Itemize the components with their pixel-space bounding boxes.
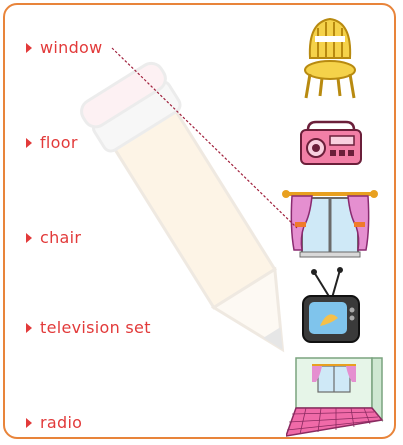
word-chair[interactable]: chair xyxy=(26,228,81,247)
word-radio[interactable]: radio xyxy=(26,413,82,432)
word-label: floor xyxy=(40,133,78,152)
triangle-bullet-icon xyxy=(26,232,32,243)
triangle-bullet-icon xyxy=(26,417,32,428)
triangle-bullet-icon xyxy=(26,137,32,148)
window-icon[interactable] xyxy=(282,188,378,258)
triangle-bullet-icon xyxy=(26,42,32,53)
triangle-bullet-icon xyxy=(26,322,32,333)
word-floor[interactable]: floor xyxy=(26,133,78,152)
word-label: television set xyxy=(40,318,151,337)
chair-icon[interactable] xyxy=(300,14,360,100)
radio-icon[interactable] xyxy=(298,120,364,168)
word-television-set[interactable]: television set xyxy=(26,318,151,337)
room-floor-icon[interactable] xyxy=(286,356,384,438)
word-label: chair xyxy=(40,228,82,247)
television-icon[interactable] xyxy=(300,266,362,346)
word-label: radio xyxy=(40,413,83,432)
word-window[interactable]: window xyxy=(26,38,103,57)
word-label: window xyxy=(40,38,103,57)
